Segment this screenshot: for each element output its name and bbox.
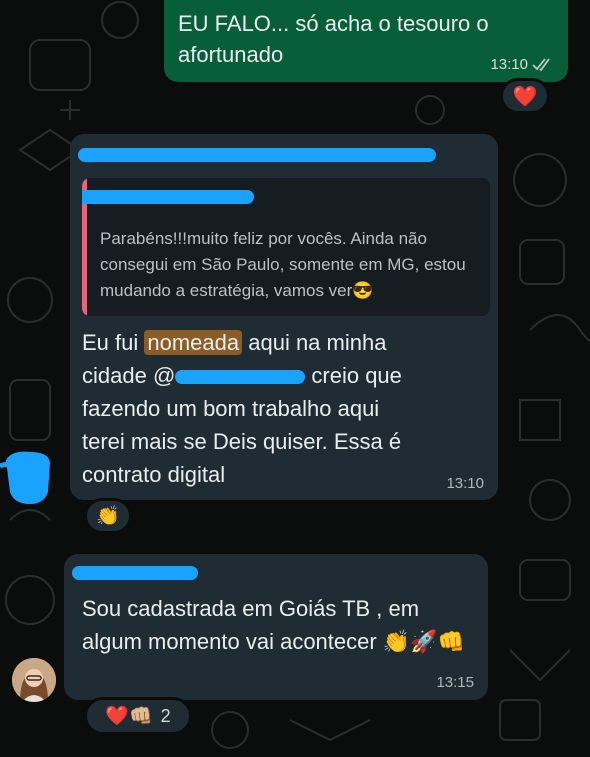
reaction-clap[interactable]: 👏 bbox=[84, 498, 132, 534]
incoming-message-bubble[interactable]: Sou cadastrada em Goiás TB , em algum mo… bbox=[64, 554, 488, 700]
reactions-bar[interactable]: ❤️👊🏼 2 bbox=[84, 697, 192, 735]
message-time: 13:10 bbox=[446, 475, 484, 492]
redacted-sender-name bbox=[72, 566, 198, 580]
incoming-message-bubble[interactable]: Parabéns!!!muito feliz por vocês. Ainda … bbox=[70, 134, 498, 500]
redacted-avatar bbox=[0, 451, 50, 504]
quoted-message[interactable]: Parabéns!!!muito feliz por vocês. Ainda … bbox=[82, 178, 490, 316]
message-time: 13:10 bbox=[490, 56, 528, 73]
redacted-quote-author bbox=[82, 190, 254, 204]
reaction-heart[interactable]: ❤️ bbox=[500, 78, 550, 114]
redacted-mention bbox=[175, 370, 306, 385]
reaction-count: 2 bbox=[160, 705, 171, 726]
message-time: 13:15 bbox=[436, 674, 474, 691]
sender-avatar[interactable] bbox=[12, 658, 56, 702]
avatar-photo-icon bbox=[12, 658, 56, 702]
read-receipt-icon bbox=[532, 58, 550, 72]
search-highlight: nomeada bbox=[144, 330, 243, 355]
message-text: Sou cadastrada em Goiás TB , em algum mo… bbox=[82, 596, 465, 654]
outgoing-message-bubble[interactable]: EU FALO... só acha o tesouro o afortunad… bbox=[164, 0, 568, 82]
message-text: Eu fui nomeada aqui na minha cidade @ cr… bbox=[82, 330, 402, 487]
redacted-sender-name bbox=[78, 148, 436, 162]
quote-text: Parabéns!!!muito feliz por vocês. Ainda … bbox=[100, 229, 466, 300]
